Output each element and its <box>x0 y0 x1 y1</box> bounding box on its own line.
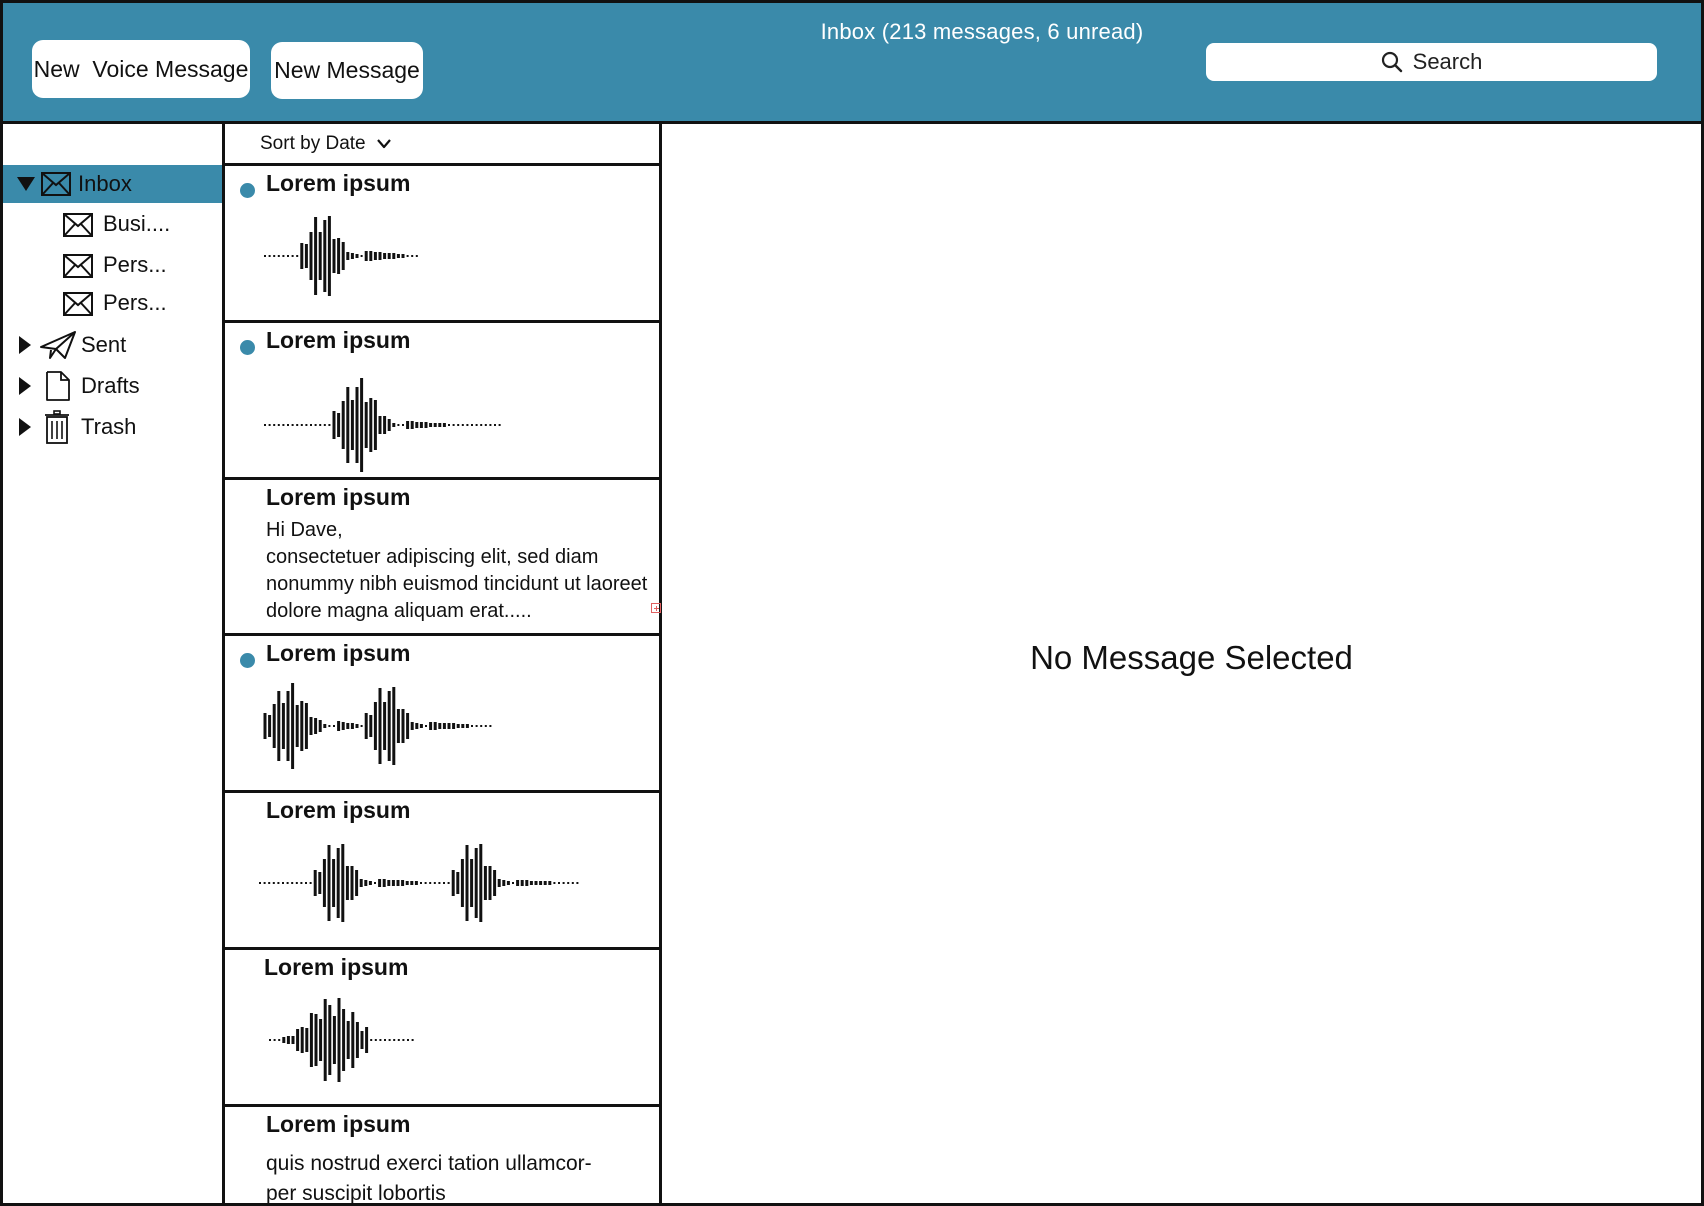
message-item[interactable]: Lorem ipsum <box>225 166 659 323</box>
message-subject: Lorem ipsum <box>266 170 411 196</box>
empty-state-label: No Message Selected <box>1030 639 1353 676</box>
sidebar-item-label: Sent <box>81 332 127 357</box>
voice-waveform <box>269 998 414 1082</box>
sidebar-item-personal-2[interactable]: Pers... <box>3 284 222 322</box>
voice-waveform <box>264 216 418 296</box>
message-item[interactable]: Lorem ipsum quis nostrud exerci tation u… <box>225 1107 659 1203</box>
message-item[interactable]: Lorem ipsum Hi Dave, consectetuer adipis… <box>225 480 659 636</box>
folder-sidebar: Inbox Busi.... Pers... Pers... Sent Draf… <box>3 124 225 1203</box>
paper-plane-icon <box>40 331 76 359</box>
message-preview: quis nostrud exerci tation ullamcor- per… <box>266 1152 592 1203</box>
new-message-button[interactable]: New Message <box>271 42 423 99</box>
search-input[interactable]: Search <box>1206 43 1657 81</box>
sidebar-item-label: Pers... <box>103 290 167 315</box>
search-placeholder: Search <box>1412 49 1483 74</box>
message-item[interactable]: Lorem ipsum <box>225 323 659 480</box>
expand-triangle-icon[interactable] <box>19 418 31 436</box>
message-list: Sort by Date Lorem ipsum Lorem ipsum Lor… <box>225 124 662 1203</box>
expand-triangle-icon[interactable] <box>19 377 31 395</box>
envelope-icon <box>41 172 71 196</box>
voice-waveform <box>264 378 501 472</box>
sidebar-item-label: Drafts <box>81 373 140 398</box>
message-subject: Lorem ipsum <box>266 1111 411 1137</box>
voice-waveform <box>259 844 579 922</box>
envelope-icon <box>63 254 93 278</box>
collapse-triangle-icon[interactable] <box>17 177 35 191</box>
message-subject: Lorem ipsum <box>266 327 411 353</box>
envelope-icon <box>63 292 93 316</box>
reading-pane: No Message Selected <box>662 124 1701 1203</box>
chevron-down-icon <box>376 138 391 148</box>
message-subject: Lorem ipsum <box>266 640 411 666</box>
envelope-icon <box>63 213 93 237</box>
sidebar-item-drafts[interactable]: Drafts <box>3 367 222 405</box>
sidebar-item-personal-1[interactable]: Pers... <box>3 246 222 284</box>
sidebar-item-business[interactable]: Busi.... <box>3 205 222 243</box>
inbox-summary-title: Inbox (213 messages, 6 unread) <box>820 19 1144 44</box>
sort-dropdown[interactable]: Sort by Date <box>225 124 659 166</box>
sidebar-item-trash[interactable]: Trash <box>3 408 222 446</box>
sidebar-item-inbox[interactable]: Inbox <box>3 165 222 203</box>
voice-waveform <box>263 683 492 769</box>
sidebar-item-label: Busi.... <box>103 211 171 236</box>
sidebar-item-label: Trash <box>81 414 137 439</box>
sidebar-item-label: Pers... <box>103 252 167 277</box>
sidebar-item-sent[interactable]: Sent <box>3 326 222 364</box>
message-item[interactable]: Lorem ipsum <box>225 636 659 793</box>
message-subject: Lorem ipsum <box>264 954 409 980</box>
message-item[interactable]: Lorem ipsum <box>225 950 659 1107</box>
message-subject: Lorem ipsum <box>266 797 411 823</box>
message-preview: Hi Dave, consectetuer adipiscing elit, s… <box>266 519 648 622</box>
message-item[interactable]: Lorem ipsum <box>225 793 659 950</box>
document-icon <box>46 371 70 401</box>
sidebar-item-label: Inbox <box>78 171 132 196</box>
pane-resize-handle[interactable] <box>651 603 661 613</box>
mail-app-window: New Voice Message New Message Inbox (213… <box>0 0 1704 1206</box>
new-voice-message-button[interactable]: New Voice Message <box>32 40 250 98</box>
trash-icon <box>45 410 69 444</box>
search-icon <box>1381 51 1402 73</box>
top-toolbar: New Voice Message New Message Inbox (213… <box>3 3 1701 124</box>
sort-label: Sort by Date <box>260 132 366 154</box>
expand-triangle-icon[interactable] <box>19 336 31 354</box>
message-subject: Lorem ipsum <box>266 484 411 510</box>
